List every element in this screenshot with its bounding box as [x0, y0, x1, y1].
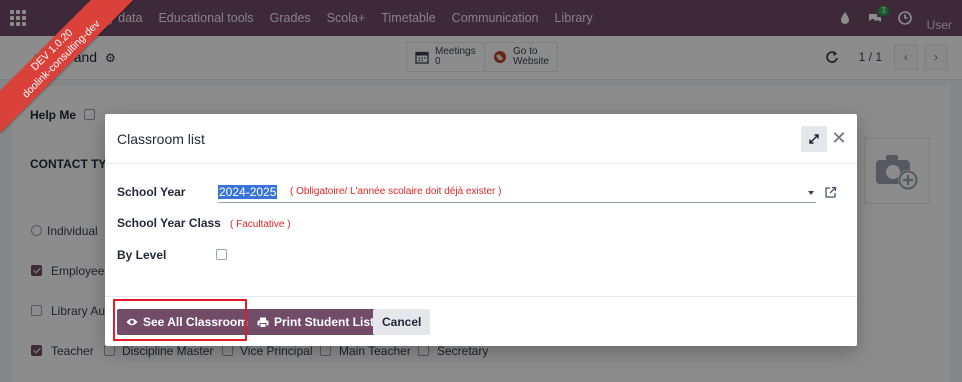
highlight-annotation [113, 299, 247, 341]
expand-icon[interactable] [801, 126, 827, 152]
dialog-title: Classroom list [117, 131, 205, 147]
school-year-class-hint: ( Facultative ) [230, 219, 291, 230]
chevron-down-icon[interactable] [808, 191, 814, 195]
print-student-list-button[interactable]: Print Student List [248, 309, 383, 335]
print-icon [257, 317, 269, 328]
cancel-button[interactable]: Cancel [373, 309, 431, 335]
dialog-header: Classroom list ✕ [105, 114, 857, 164]
print-student-list-label: Print Student List [274, 315, 374, 329]
by-level-label: By Level [117, 248, 167, 262]
school-year-hint: ( Obligatoire/ L'année scolaire doit déj… [290, 186, 502, 197]
school-year-label: School Year [117, 185, 186, 199]
cancel-label: Cancel [382, 315, 422, 329]
school-year-input[interactable]: 2024-2025 ( Obligatoire/ L'année scolair… [218, 183, 816, 203]
dialog-body: School Year 2024-2025 ( Obligatoire/ L'a… [105, 164, 857, 296]
by-level-checkbox[interactable] [216, 249, 227, 260]
external-link-icon[interactable] [824, 186, 837, 199]
close-icon[interactable]: ✕ [829, 128, 849, 148]
school-year-value: 2024-2025 [218, 185, 278, 199]
school-year-class-label: School Year Class [117, 216, 221, 230]
